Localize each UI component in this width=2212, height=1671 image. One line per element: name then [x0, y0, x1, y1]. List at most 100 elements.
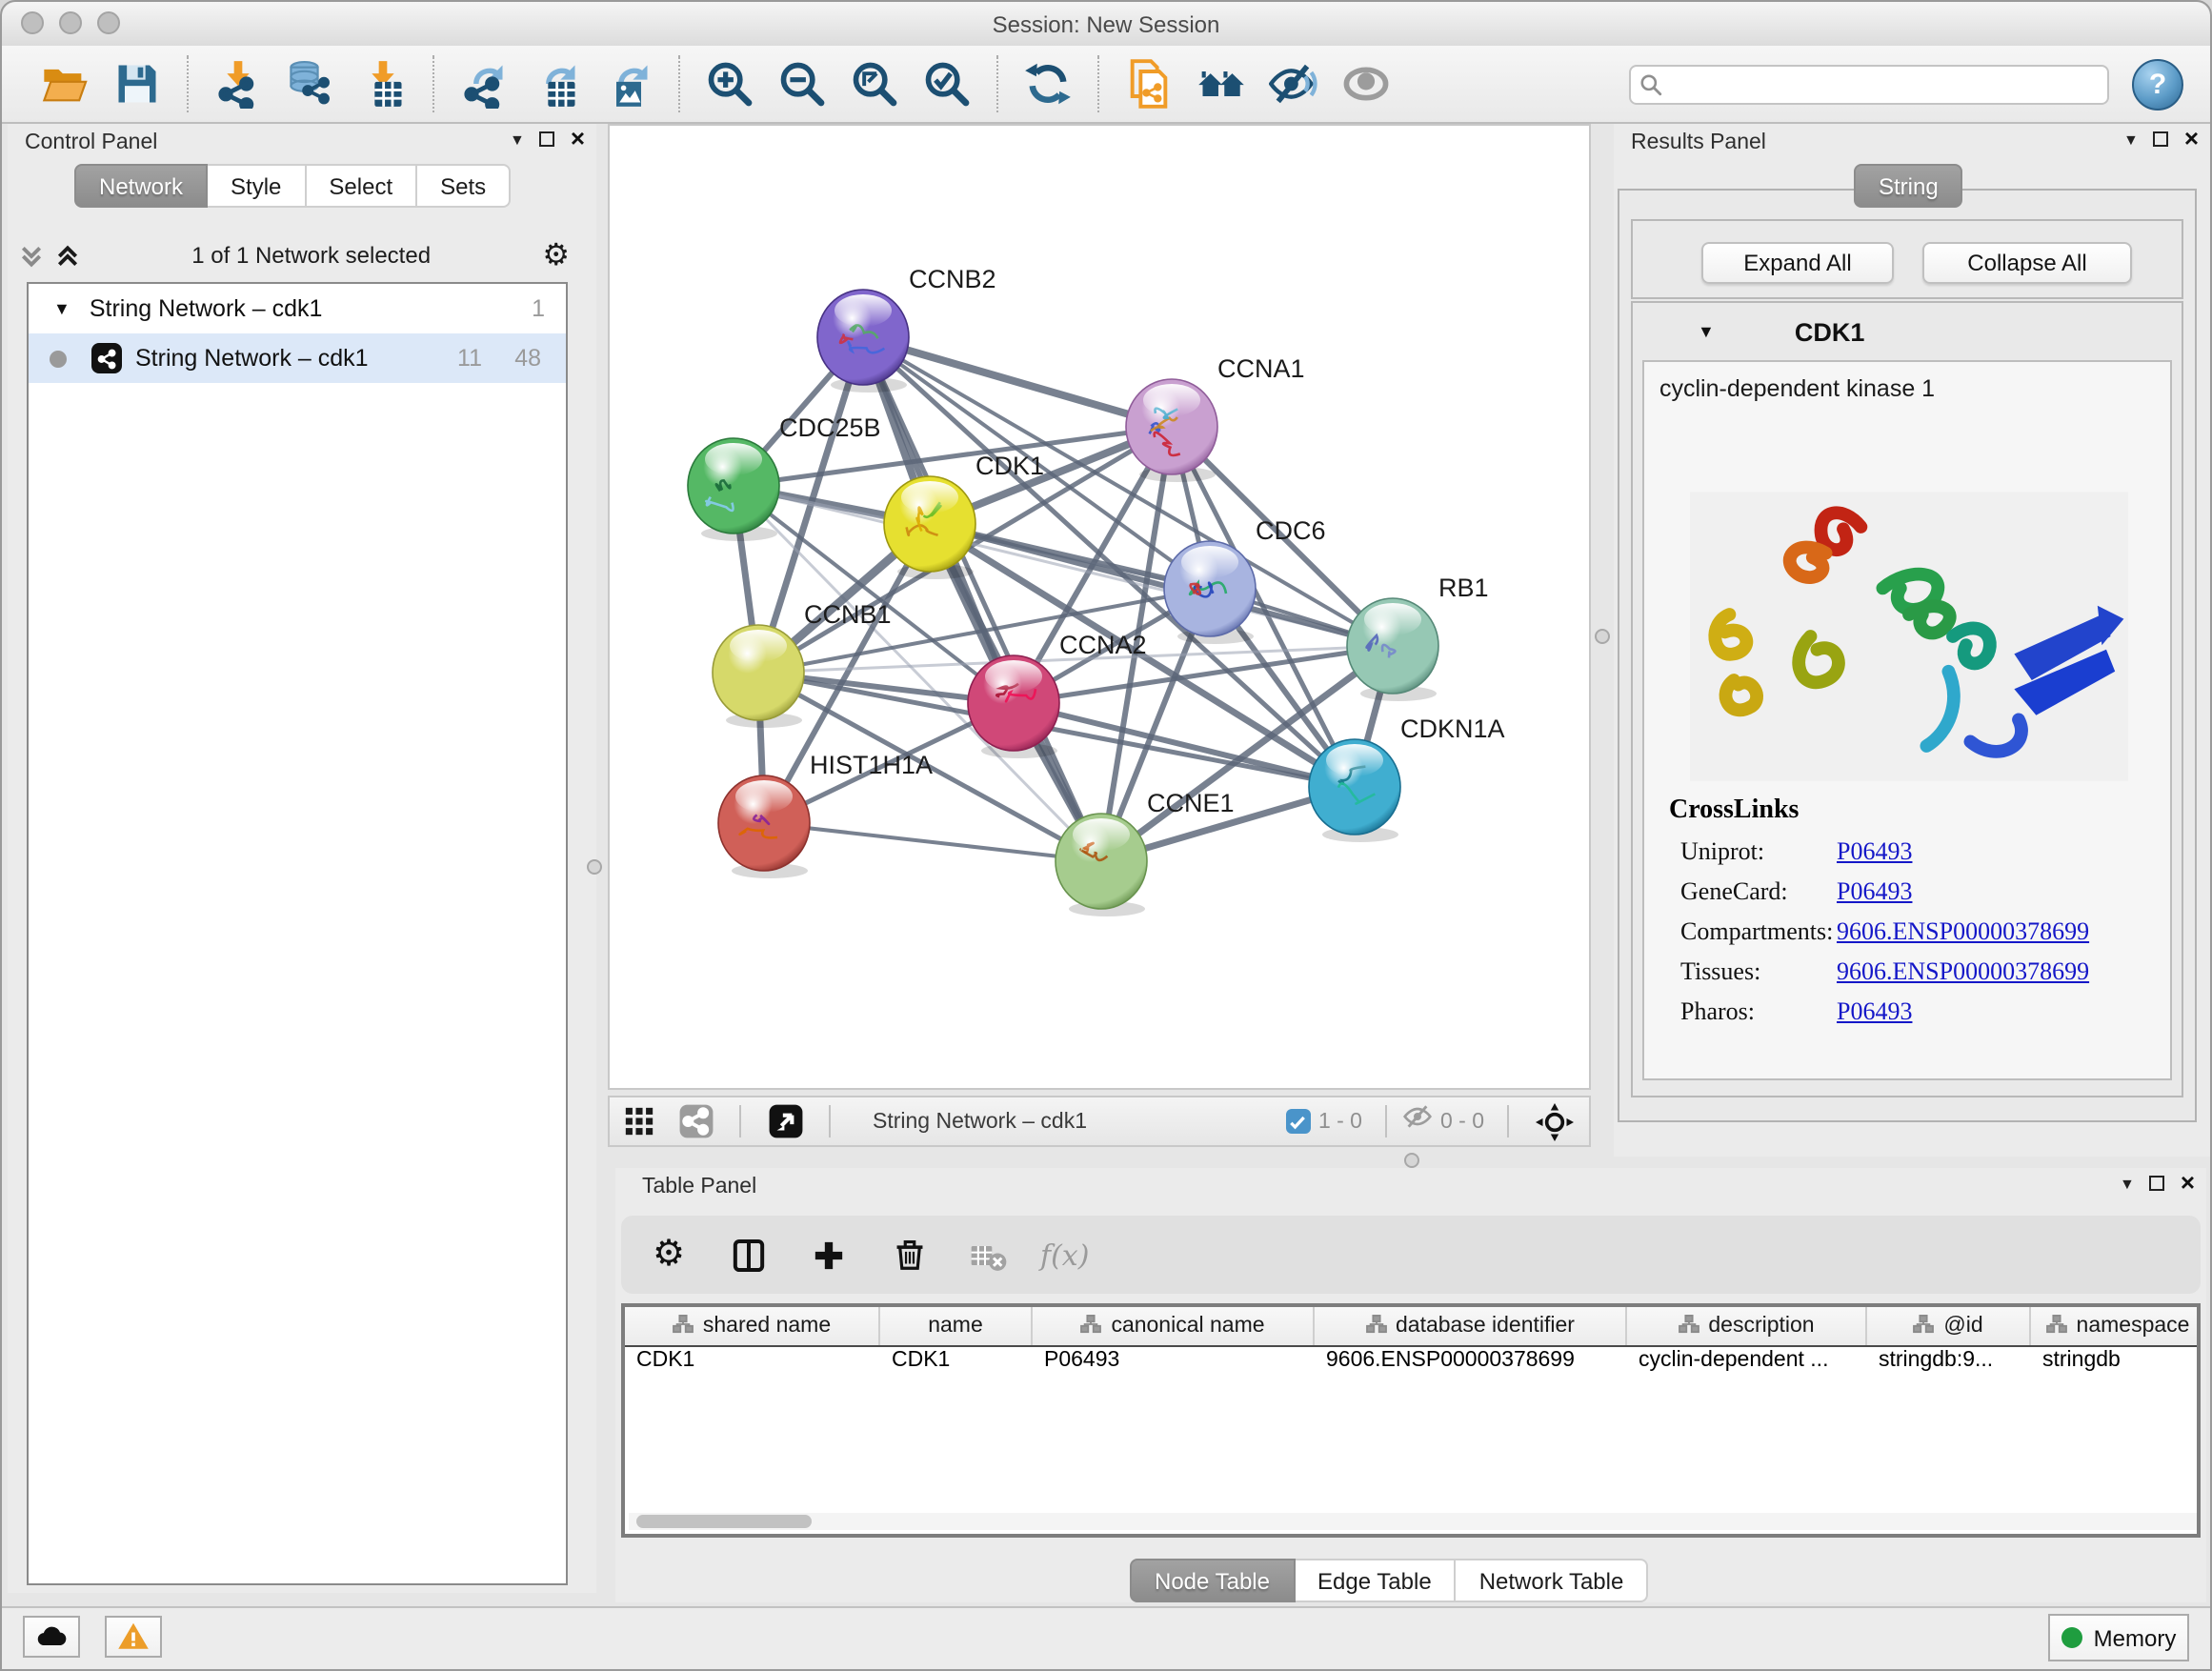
node-HIST1H1A[interactable]: HIST1H1A	[718, 751, 933, 878]
network-options-gear-icon[interactable]: ⚙	[542, 236, 570, 274]
panel-close-icon[interactable]: ×	[2181, 1174, 2195, 1193]
node-CDKN1A[interactable]: CDKN1A	[1309, 715, 1505, 842]
table-cell[interactable]: CDK1	[880, 1347, 1033, 1378]
search-input[interactable]	[1629, 64, 2109, 104]
cloud-button[interactable]	[23, 1616, 80, 1658]
tab-sets[interactable]: Sets	[417, 164, 511, 208]
close-window-button[interactable]	[21, 11, 44, 34]
tab-select[interactable]: Select	[306, 164, 417, 208]
left-splitter-handle[interactable]	[587, 859, 602, 875]
open-file-button[interactable]	[36, 55, 93, 112]
hide-panel-eye-button[interactable]	[1265, 55, 1322, 112]
collapse-all-button[interactable]: Collapse All	[1922, 242, 2132, 284]
table-settings-gear-icon[interactable]: ⚙	[640, 1226, 697, 1283]
panel-float-icon[interactable]	[2154, 131, 2169, 147]
crosslink-link[interactable]: 9606.ENSP00000378699	[1837, 916, 2089, 947]
panel-menu-icon[interactable]: ▼	[2123, 131, 2139, 148]
show-columns-icon[interactable]	[720, 1226, 777, 1283]
grid-view-icon[interactable]	[617, 1093, 659, 1150]
edge-CCNB2-CCNE1[interactable]	[863, 337, 1101, 861]
tab-string[interactable]: String	[1854, 164, 1963, 208]
export-table-button[interactable]	[528, 55, 585, 112]
table-cell[interactable]: stringdb:9...	[1867, 1347, 2031, 1378]
minimize-window-button[interactable]	[59, 11, 82, 34]
node-table[interactable]: shared namenamecanonical namedatabase id…	[621, 1303, 2201, 1538]
help-button[interactable]: ?	[2132, 58, 2183, 110]
node-CCNA1[interactable]: CCNA1	[1126, 354, 1305, 482]
table-cell[interactable]: cyclin-dependent ...	[1627, 1347, 1867, 1378]
import-table-file-button[interactable]	[354, 55, 412, 112]
column-header-namespace[interactable]: namespace	[2031, 1307, 2201, 1345]
save-session-button[interactable]	[109, 55, 166, 112]
network-share-view-icon[interactable]	[674, 1093, 716, 1150]
crosslink-link[interactable]: P06493	[1837, 876, 1912, 907]
column-header-database-identifier[interactable]: database identifier	[1315, 1307, 1627, 1345]
tab-network-table[interactable]: Network Table	[1457, 1559, 1649, 1602]
tab-network[interactable]: Network	[74, 164, 208, 208]
import-network-file-button[interactable]	[210, 55, 267, 112]
hidden-eye-icon	[1402, 1101, 1433, 1141]
string-home-button[interactable]	[1193, 55, 1250, 112]
zoom-selected-button[interactable]	[918, 55, 975, 112]
crosslink-link[interactable]: P06493	[1837, 997, 1912, 1027]
collection-row[interactable]: ▼ String Network – cdk1 1	[29, 284, 566, 333]
table-row[interactable]: CDK1CDK1P064939606.ENSP00000378699cyclin…	[625, 1347, 2197, 1378]
import-network-database-button[interactable]	[282, 55, 339, 112]
refresh-network-button[interactable]	[1019, 55, 1076, 112]
panel-float-icon[interactable]	[540, 131, 555, 147]
panel-menu-icon[interactable]: ▼	[2120, 1175, 2135, 1192]
right-splitter-handle[interactable]	[1595, 629, 1610, 644]
collection-disclosure-icon[interactable]: ▼	[53, 299, 70, 318]
crosslink-link[interactable]: 9606.ENSP00000378699	[1837, 956, 2089, 987]
edge-HIST1H1A-CCNE1[interactable]	[764, 823, 1101, 861]
protein-disclosure-icon[interactable]: ▼	[1698, 322, 1715, 341]
zoom-in-button[interactable]	[701, 55, 758, 112]
zoom-fit-button[interactable]	[846, 55, 903, 112]
export-network-button[interactable]	[455, 55, 513, 112]
node-CCNB1[interactable]: CCNB1	[713, 600, 892, 728]
crosslink-link[interactable]: P06493	[1837, 836, 1912, 867]
warnings-button[interactable]	[105, 1616, 162, 1658]
window-title: Session: New Session	[993, 10, 1220, 37]
column-header-canonical-name[interactable]: canonical name	[1033, 1307, 1315, 1345]
tab-edge-table[interactable]: Edge Table	[1295, 1559, 1457, 1602]
tab-style[interactable]: Style	[208, 164, 306, 208]
table-cell[interactable]: stringdb	[2031, 1347, 2201, 1378]
expand-all-chevrons-icon[interactable]	[55, 243, 80, 268]
panel-float-icon[interactable]	[2150, 1176, 2165, 1191]
share-document-button[interactable]	[1120, 55, 1177, 112]
column-header-@id[interactable]: @id	[1867, 1307, 2031, 1345]
node-CCNB2[interactable]: CCNB2	[817, 265, 996, 393]
create-column-plus-icon[interactable]	[800, 1226, 857, 1283]
panel-close-icon[interactable]: ×	[571, 130, 585, 149]
inactive-eye-button[interactable]	[1337, 55, 1395, 112]
zoom-out-button[interactable]	[774, 55, 831, 112]
node-CCNE1[interactable]: CCNE1	[1056, 789, 1235, 916]
panel-close-icon[interactable]: ×	[2184, 130, 2199, 149]
export-image-button[interactable]	[600, 55, 657, 112]
node-RB1[interactable]: RB1	[1347, 574, 1489, 701]
table-cell[interactable]: P06493	[1033, 1347, 1315, 1378]
zoom-window-button[interactable]	[97, 11, 120, 34]
memory-button[interactable]: Memory	[2048, 1614, 2189, 1661]
delete-column-trash-icon[interactable]	[880, 1226, 937, 1283]
scrollbar-thumb[interactable]	[636, 1515, 812, 1528]
bottom-splitter-handle[interactable]	[1404, 1153, 1419, 1168]
birds-eye-view-icon[interactable]	[764, 1093, 806, 1150]
selected-nodes-checkbox[interactable]	[1286, 1109, 1311, 1134]
protein-card-header[interactable]: ▼ CDK1	[1633, 303, 2182, 360]
table-cell[interactable]: CDK1	[625, 1347, 880, 1378]
expand-all-button[interactable]: Expand All	[1701, 242, 1894, 284]
column-header-name[interactable]: name	[880, 1307, 1033, 1345]
network-row[interactable]: String Network – cdk1 11 48	[29, 333, 566, 383]
tab-node-table[interactable]: Node Table	[1130, 1559, 1295, 1602]
panel-menu-icon[interactable]: ▼	[510, 131, 525, 148]
column-header-shared-name[interactable]: shared name	[625, 1307, 880, 1345]
fit-selected-crosshair-icon[interactable]	[1532, 1093, 1578, 1150]
network-view-canvas[interactable]: CCNB2 CCNA1 CDC25B CDK1 CDC6 RB1 CCNB1	[608, 124, 1591, 1090]
table-cell[interactable]: 9606.ENSP00000378699	[1315, 1347, 1627, 1378]
column-header-description[interactable]: description	[1627, 1307, 1867, 1345]
window-controls[interactable]	[21, 11, 120, 34]
table-horizontal-scrollbar[interactable]	[629, 1513, 2201, 1530]
collapse-all-chevrons-icon[interactable]	[19, 243, 44, 268]
